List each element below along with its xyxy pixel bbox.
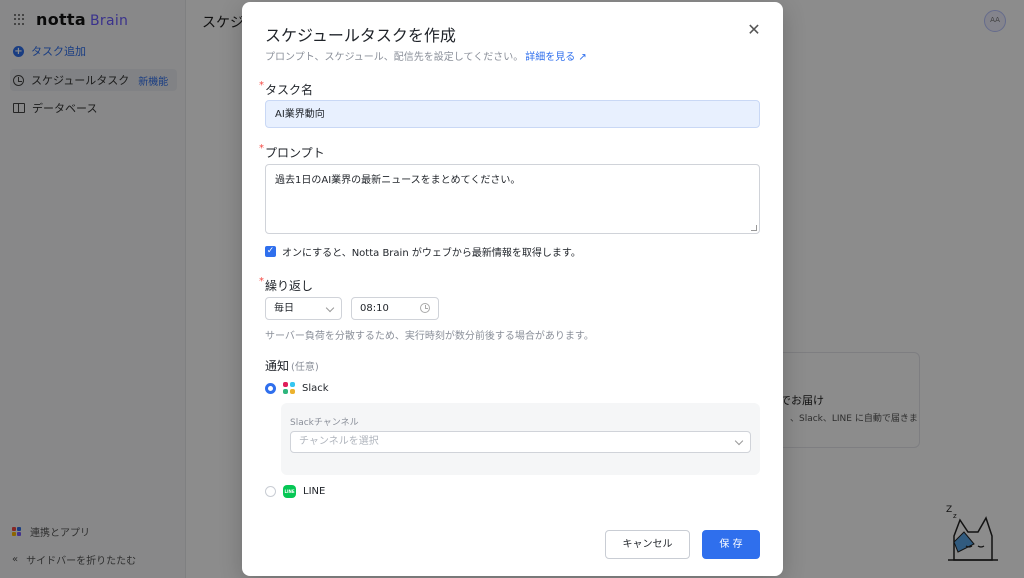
task-name-input[interactable]: AI業界動向	[265, 100, 760, 128]
time-value: 08:10	[360, 303, 389, 314]
radio-selected-icon[interactable]	[265, 382, 276, 394]
dialog-title: スケジュールタスクを作成	[265, 26, 456, 45]
notify-option-line[interactable]: LINE LINE	[265, 485, 325, 498]
create-task-dialog: スケジュールタスクを作成 ✕ プロンプト、スケジュール、配信先を設定してください…	[242, 2, 783, 576]
chevron-down-icon	[325, 303, 335, 313]
slack-label: Slack	[302, 382, 329, 394]
resize-handle-icon[interactable]	[751, 225, 757, 231]
web-search-label: オンにすると、Notta Brain がウェブから最新情報を取得します。	[282, 248, 581, 259]
repeat-label: * 繰り返し	[259, 276, 314, 293]
line-label: LINE	[303, 486, 326, 497]
frequency-select[interactable]: 毎日	[265, 297, 342, 320]
close-icon[interactable]: ✕	[747, 22, 761, 38]
line-icon: LINE	[283, 485, 296, 498]
details-link[interactable]: 詳細を見る ↗	[525, 52, 587, 63]
prompt-textarea[interactable]: 過去1日のAI業界の最新ニュースをまとめてください。	[265, 164, 760, 234]
radio-unselected-icon[interactable]	[265, 486, 276, 497]
subtitle-text: プロンプト、スケジュール、配信先を設定してください。	[265, 52, 524, 63]
slack-channel-placeholder: チャンネルを選択	[299, 436, 379, 447]
task-name-label: * タスク名	[259, 80, 314, 97]
frequency-value: 毎日	[274, 303, 294, 314]
slack-channel-panel: Slackチャンネル チャンネルを選択	[281, 403, 760, 475]
prompt-text: 過去1日のAI業界の最新ニュースをまとめてください。	[275, 175, 521, 186]
cancel-button[interactable]: キャンセル	[605, 530, 690, 559]
clock-icon	[420, 303, 430, 313]
dialog-subtitle: プロンプト、スケジュール、配信先を設定してください。 詳細を見る ↗	[265, 48, 587, 63]
save-button[interactable]: 保 存	[702, 530, 760, 559]
chevron-down-icon	[734, 436, 744, 446]
repeat-hint: サーバー負荷を分散するため、実行時刻が数分前後する場合があります。	[265, 331, 594, 342]
notify-label: 通知 (任意)	[265, 359, 319, 373]
slack-icon	[283, 382, 295, 394]
prompt-label: * プロンプト	[259, 143, 325, 160]
slack-channel-select[interactable]: チャンネルを選択	[290, 431, 751, 453]
notify-option-slack[interactable]: Slack	[265, 382, 329, 394]
checkbox-checked-icon[interactable]: ✓	[265, 246, 276, 257]
time-picker[interactable]: 08:10	[351, 297, 439, 320]
web-search-toggle[interactable]: ✓ オンにすると、Notta Brain がウェブから最新情報を取得します。	[265, 244, 581, 259]
slack-channel-label: Slackチャンネル	[290, 418, 359, 428]
